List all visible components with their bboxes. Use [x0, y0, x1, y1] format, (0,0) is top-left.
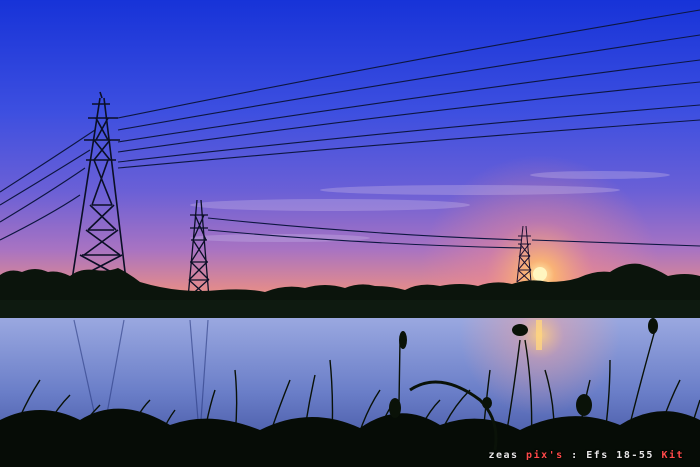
photo-scene: zeas pix's : Efs 18-55 Kit — [0, 0, 700, 467]
watermark-suffix: : Efs 18-55 — [563, 450, 662, 461]
watermark-end: Kit — [661, 450, 684, 461]
sun-reflection-streak — [536, 320, 542, 350]
watermark-mark: 's — [548, 450, 564, 461]
sunset-photo — [0, 0, 700, 467]
photo-watermark: zeas pix's : Efs 18-55 Kit — [488, 450, 684, 461]
sun — [533, 267, 547, 281]
watermark-prefix: zeas — [488, 450, 527, 461]
watermark-accent: pix — [526, 450, 549, 461]
